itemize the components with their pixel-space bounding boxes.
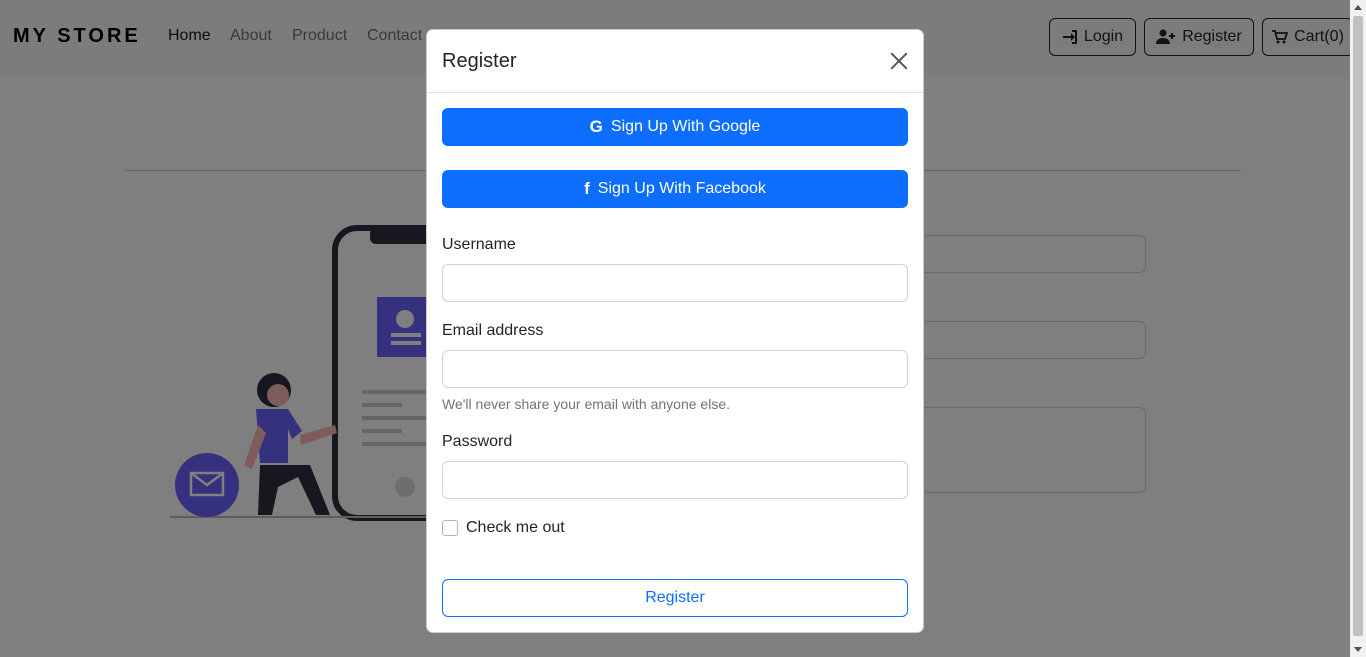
google-signup-button[interactable]: G Sign Up With Google — [442, 108, 908, 146]
scroll-thumb[interactable] — [1353, 16, 1363, 636]
check-me-out-label[interactable]: Check me out — [466, 519, 565, 537]
username-field[interactable] — [442, 264, 908, 302]
username-label: Username — [442, 236, 516, 253]
modal-header: Register — [427, 30, 923, 93]
password-field[interactable] — [442, 461, 908, 499]
close-icon[interactable] — [887, 49, 911, 73]
password-label: Password — [442, 433, 513, 450]
modal-title: Register — [442, 50, 517, 72]
email-label: Email address — [442, 322, 544, 339]
facebook-signup-button[interactable]: f Sign Up With Facebook — [442, 170, 908, 208]
check-me-out-checkbox[interactable] — [442, 520, 458, 536]
google-icon: G — [589, 117, 603, 136]
scrollbar[interactable] — [1350, 0, 1366, 657]
email-field[interactable] — [442, 350, 908, 388]
email-help-text: We'll never share your email with anyone… — [442, 396, 730, 412]
facebook-signup-label: Sign Up With Facebook — [597, 180, 766, 197]
register-modal: Register G Sign Up With Google f Sign Up… — [426, 29, 924, 633]
scroll-down-arrow[interactable] — [1354, 647, 1362, 652]
register-submit-button[interactable]: Register — [442, 579, 908, 617]
facebook-icon: f — [584, 179, 590, 198]
scroll-up-arrow[interactable] — [1354, 5, 1362, 10]
google-signup-label: Sign Up With Google — [610, 118, 761, 135]
